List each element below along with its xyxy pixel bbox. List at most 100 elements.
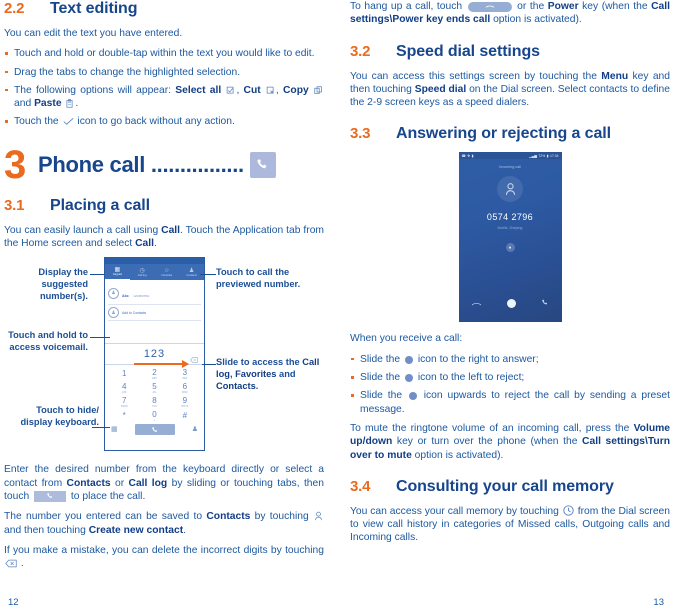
- key-4[interactable]: 4 GHI: [109, 381, 139, 395]
- check-icon: [63, 117, 74, 126]
- callout-touch-to-call: Touch to call the previewed number.: [216, 267, 301, 289]
- avatar: ♟: [108, 287, 119, 299]
- key-sub: WXYZ: [181, 404, 189, 408]
- list-item: Touch the icon to go back without any ac…: [4, 115, 324, 128]
- receive-call-intro: When you receive a call:: [350, 333, 463, 345]
- suggestion-list: ♟ Abc 1234567891 ♟ Add to Contacts: [105, 280, 204, 322]
- key-star[interactable]: *: [109, 409, 139, 423]
- clock-icon: ◷: [139, 267, 145, 274]
- key-hash[interactable]: #: [170, 409, 200, 423]
- bold-call-log: Call log: [128, 477, 168, 489]
- list-item: Slide the icon to the left to reject;: [350, 371, 670, 384]
- bullet-pre: Slide the: [360, 372, 401, 384]
- call-button[interactable]: [134, 424, 175, 436]
- bold-speed-dial: Speed dial: [414, 83, 467, 95]
- section-heading-3-4: 3.4 Consulting your call memory: [350, 478, 670, 496]
- key-3[interactable]: 3 DEF: [170, 367, 200, 381]
- hangup-paragraph: To hang up a call, touch or the Power ke…: [350, 0, 670, 27]
- key-5[interactable]: 5 JKL: [139, 381, 169, 395]
- conjunction: and: [14, 98, 32, 110]
- key-sub: JKL: [152, 390, 157, 394]
- section-number: 2.2: [4, 0, 25, 17]
- sim-icon: ▮: [471, 153, 474, 158]
- answer-handset-icon[interactable]: [541, 294, 549, 312]
- inline-hangup-button-icon: [467, 2, 512, 12]
- section-number: 3.4: [350, 477, 371, 495]
- list-item: Slide the icon upwards to reject the cal…: [350, 389, 670, 416]
- tab-label: Contacts: [186, 273, 197, 277]
- mistake-paragraph: If you make a mistake, you can delete th…: [4, 544, 324, 571]
- incoming-subtitle: Mobile, Zhejiang: [497, 226, 523, 231]
- backspace-icon[interactable]: [190, 350, 198, 368]
- chapter-heading: 3 Phone call ................: [4, 145, 324, 185]
- key-digit: 9: [182, 395, 188, 405]
- tab-call-log[interactable]: ◷ Call log: [130, 264, 155, 280]
- key-sub: GHI: [122, 390, 127, 394]
- key-8[interactable]: 8 TUV: [139, 395, 169, 409]
- key-0[interactable]: 0 +: [139, 409, 169, 423]
- key-sub: +: [153, 418, 156, 422]
- key-1[interactable]: 1: [109, 367, 139, 381]
- tab-keypad[interactable]: ▦ Keypad: [105, 264, 130, 281]
- callout-voicemail: Touch and hold to access voicemail.: [8, 330, 88, 352]
- section-title: Consulting your call memory: [396, 477, 614, 495]
- bold-contacts: Contacts: [216, 380, 256, 391]
- tab-contacts[interactable]: ♟ Contacts: [179, 264, 204, 280]
- bold-create-new-contact: Create new contact: [88, 524, 184, 536]
- leader-line: [90, 337, 110, 339]
- option-copy: Copy: [282, 84, 309, 96]
- key-7[interactable]: 7 PQRS: [109, 395, 139, 409]
- para-part: To hang up a call, touch: [350, 1, 466, 12]
- tail: .: [75, 98, 79, 110]
- battery-icon: ▮: [546, 153, 549, 158]
- para-part: .: [183, 524, 187, 536]
- tab-label: Keypad: [112, 273, 122, 277]
- dialer-tabs: ▦ Keypad ◷ Call log ☆ Favorites ♟ Contac…: [105, 264, 204, 281]
- para-part: option is activated).: [490, 14, 582, 26]
- copy-icon: [314, 86, 323, 95]
- section-title: Answering or rejecting a call: [396, 125, 611, 143]
- bullet-lead: The following options will appear:: [14, 84, 172, 96]
- enter-number-paragraph: Enter the desired number from the keyboa…: [4, 463, 324, 503]
- call-handset-icon: [34, 492, 66, 502]
- select-all-icon: [226, 86, 235, 95]
- key-digit: 2: [152, 367, 157, 377]
- incoming-call-caption: Incoming call: [498, 165, 522, 170]
- bold-power: Power: [547, 1, 579, 12]
- dialed-number-bar: 123: [105, 343, 204, 368]
- inline-call-button-icon: [34, 490, 67, 502]
- section-heading-3-3: 3.3 Answering or rejecting a call: [350, 125, 670, 143]
- paste-icon: [65, 99, 74, 108]
- sep: ,: [236, 84, 240, 96]
- key-6[interactable]: 6 MNO: [170, 381, 200, 395]
- slider-handle-icon: [408, 392, 417, 401]
- tab-label: Favorites: [161, 273, 173, 277]
- slider-handle-icon[interactable]: ●: [505, 243, 515, 253]
- para-part: key or turn over the phone (when the: [392, 436, 583, 448]
- para-part: by touching: [250, 511, 313, 523]
- section-number: 3.1: [4, 196, 25, 214]
- cut-icon: [266, 86, 275, 95]
- keyboard-grid-icon[interactable]: ▦: [111, 426, 118, 433]
- tab-label: Call log: [137, 273, 147, 277]
- contact-person-icon[interactable]: ♟: [192, 426, 198, 433]
- callout-part: and: [276, 368, 296, 379]
- slider-dot-icon[interactable]: [507, 298, 516, 308]
- list-item: Touch and hold or double-tap within the …: [4, 47, 324, 60]
- manual-page-spread: 2.2 Text editing You can edit the text y…: [0, 0, 674, 614]
- key-digit: 5: [152, 381, 157, 391]
- list-item: Slide the icon to the right to answer;: [350, 353, 670, 366]
- text-editing-intro: You can edit the text you have entered.: [4, 28, 183, 39]
- key-9[interactable]: 9 WXYZ: [170, 395, 200, 409]
- key-digit: 0: [152, 409, 157, 419]
- tab-favorites[interactable]: ☆ Favorites: [155, 264, 180, 280]
- keypad-icon: ▦: [114, 267, 121, 274]
- key-2[interactable]: 2 ABC: [139, 367, 169, 381]
- reject-handset-icon[interactable]: [471, 294, 482, 312]
- list-item[interactable]: ♟ Abc 1234567891: [108, 282, 201, 306]
- section-heading-3-1: 3.1 Placing a call: [4, 197, 324, 215]
- key-sub: TUV: [152, 404, 157, 408]
- contact-person-icon: ♟: [188, 267, 195, 274]
- call-icon: ☎: [461, 153, 466, 158]
- list-item[interactable]: ♟ Add to Contacts: [108, 305, 201, 322]
